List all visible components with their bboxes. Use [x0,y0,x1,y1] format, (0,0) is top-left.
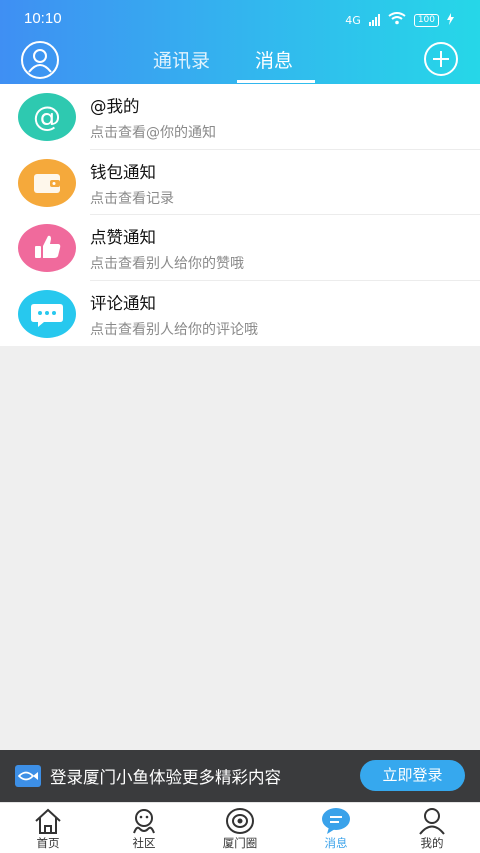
notification-list: @ @我的 点击查看@你的通知 钱包通知 点击查看记录 点赞通知 点击查看别人给… [0,84,480,346]
notification-item-wallet[interactable]: 钱包通知 点击查看记录 [0,150,480,215]
community-icon [133,809,155,834]
battery-icon: 100 [413,13,439,27]
nav-home[interactable]: 首页 [0,803,96,853]
fish-logo-icon [15,765,41,787]
wifi-icon [388,12,406,28]
tab-bar: 通讯录 消息 [0,38,480,84]
notification-title: 点赞通知 [90,228,156,247]
home-icon [35,808,61,834]
circle-icon [226,808,254,834]
comment-icon [18,289,76,338]
notification-item-comments[interactable]: 评论通知 点击查看别人给你的评论哦 [0,281,480,347]
at-icon: @ [18,93,76,141]
nav-label: 我的 [420,836,444,850]
status-time: 10:10 [24,10,62,27]
wallet-icon [18,158,76,207]
login-banner: 登录厦门小鱼体验更多精彩内容 立即登录 [0,750,480,802]
login-now-button[interactable]: 立即登录 [360,760,465,791]
tab-contacts[interactable]: 通讯录 [153,46,210,73]
thumbs-up-icon [18,224,76,272]
notification-item-mentions[interactable]: @ @我的 点击查看@你的通知 [0,84,480,150]
notification-subtitle: 点击查看别人给你的赞哦 [90,256,244,272]
active-tab-indicator [237,80,315,83]
notification-title: @我的 [90,97,140,116]
nav-label: 首页 [36,836,60,850]
notification-subtitle: 点击查看记录 [90,190,174,207]
message-icon [322,808,350,834]
nav-xiamen-circle[interactable]: 厦门圈 [192,803,288,853]
login-banner-text: 登录厦门小鱼体验更多精彩内容 [50,768,281,787]
network-label: 4G [345,13,361,27]
notification-title: 评论通知 [90,293,156,313]
notification-subtitle: 点击查看别人给你的评论哦 [90,321,258,338]
charging-icon [447,12,454,28]
header: 10:10 4G 100 通讯录 消息 [0,0,480,84]
nav-label: 社区 [132,836,156,850]
bottom-nav: 首页 社区 厦门圈 消息 我的 [0,802,480,853]
nav-profile[interactable]: 我的 [384,803,480,853]
notification-title: 钱包通知 [90,162,156,182]
notification-item-likes[interactable]: 点赞通知 点击查看别人给你的赞哦 [0,215,480,281]
signal-icon [368,14,380,26]
nav-community[interactable]: 社区 [96,803,192,853]
add-icon[interactable] [424,42,458,76]
svg-text:@: @ [33,100,61,133]
tab-messages[interactable]: 消息 [255,46,293,73]
status-icons: 4G 100 [345,10,454,30]
profile-icon [419,808,445,835]
nav-label: 厦门圈 [222,836,258,850]
status-bar: 10:10 4G 100 [0,0,480,38]
notification-subtitle: 点击查看@你的通知 [90,125,216,141]
nav-messages[interactable]: 消息 [288,803,384,853]
nav-label: 消息 [324,836,348,850]
